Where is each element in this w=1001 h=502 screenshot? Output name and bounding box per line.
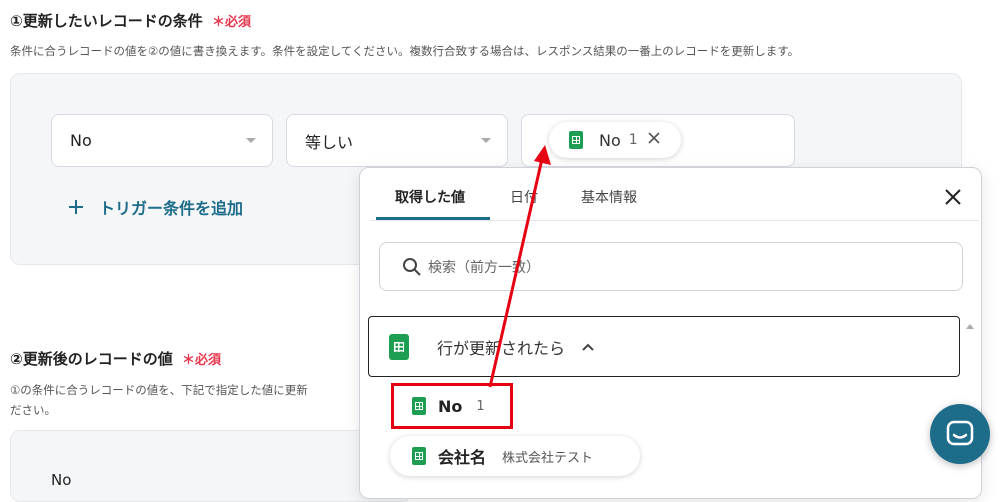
- chat-support-button[interactable]: [930, 404, 990, 464]
- annotation-arrow: [488, 145, 551, 388]
- chat-icon: [946, 420, 974, 446]
